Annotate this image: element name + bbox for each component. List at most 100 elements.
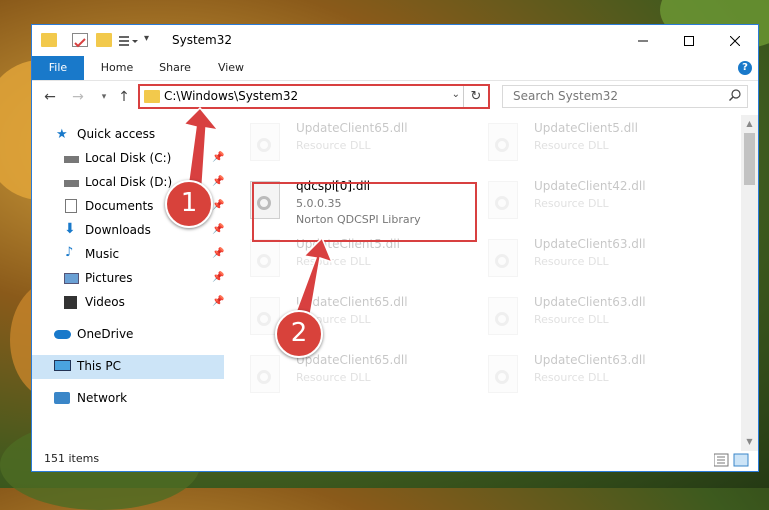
search-icon[interactable] xyxy=(729,89,741,101)
minimize-icon xyxy=(638,40,648,41)
refresh-icon[interactable]: ↻ xyxy=(463,86,488,107)
sidebar-item-videos[interactable]: Videos 📌 xyxy=(32,291,224,315)
pin-icon[interactable]: 📌 xyxy=(212,248,224,259)
sidebar-item-label: Quick access xyxy=(77,127,156,141)
up-arrow-icon[interactable]: ↑ xyxy=(114,87,134,107)
network-icon xyxy=(54,392,70,404)
tab-file[interactable]: File xyxy=(32,56,84,80)
help-icon[interactable]: ? xyxy=(738,61,752,75)
sidebar-item-label: Local Disk (C:) xyxy=(85,151,172,165)
folder-icon xyxy=(41,33,57,47)
computer-icon xyxy=(54,360,71,371)
sidebar-item-network[interactable]: Network xyxy=(32,387,224,411)
tab-share[interactable]: Share xyxy=(150,56,200,80)
dll-file-icon xyxy=(250,123,280,161)
sidebar-item-label: Videos xyxy=(85,295,125,309)
sidebar-item-quick-access[interactable]: ★ Quick access xyxy=(32,123,224,147)
recent-locations-icon[interactable]: ▾ xyxy=(94,87,114,107)
file-name: UpdateClient63.dll xyxy=(534,295,646,309)
list-item[interactable]: UpdateClient65.dll Resource DLL xyxy=(228,117,448,169)
list-item[interactable]: UpdateClient65.dll Resource DLL xyxy=(228,349,448,401)
search-placeholder: Search System32 xyxy=(513,89,619,103)
sidebar-item-music[interactable]: ♪ Music 📌 xyxy=(32,243,224,267)
sidebar-item-label: Music xyxy=(85,247,120,261)
item-count: 151 items xyxy=(44,452,100,465)
pin-icon[interactable]: 📌 xyxy=(212,176,224,187)
list-item[interactable]: UpdateClient63.dll Resource DLL xyxy=(466,233,686,285)
new-folder-icon[interactable] xyxy=(96,33,112,47)
download-icon: ⬇ xyxy=(64,221,76,237)
dll-file-icon xyxy=(250,239,280,277)
scroll-down-icon[interactable]: ▼ xyxy=(741,435,758,449)
sidebar-item-label: This PC xyxy=(77,359,121,373)
properties-icon[interactable] xyxy=(72,33,88,48)
list-item[interactable]: UpdateClient42.dll Resource DLL xyxy=(466,175,686,227)
highlight-box xyxy=(252,182,477,242)
minimize-button[interactable] xyxy=(620,25,666,56)
sidebar-item-label: Pictures xyxy=(85,271,133,285)
file-name: UpdateClient65.dll xyxy=(296,121,408,135)
pictures-icon xyxy=(64,273,79,284)
close-button[interactable] xyxy=(712,25,758,56)
chevron-down-icon[interactable]: ▾ xyxy=(144,33,154,47)
chevron-down-icon[interactable]: ⌄ xyxy=(452,89,460,100)
navigation-pane: ★ Quick access Local Disk (C:) 📌 Local D… xyxy=(32,121,224,451)
sidebar-item-label: Documents xyxy=(85,199,154,213)
tab-view[interactable]: View xyxy=(206,56,256,80)
ribbon-tabs: File Home Share View ? xyxy=(32,56,758,81)
tab-home[interactable]: Home xyxy=(92,56,142,80)
sidebar-item-local-disk-c[interactable]: Local Disk (C:) 📌 xyxy=(32,147,224,171)
callout-step-1: 1 xyxy=(165,180,213,228)
videos-icon xyxy=(64,296,77,309)
file-type: Resource DLL xyxy=(534,197,609,210)
sidebar-item-onedrive[interactable]: OneDrive xyxy=(32,323,224,347)
address-bar[interactable]: C:\Windows\System32 ⌄ ↻ xyxy=(138,84,490,109)
sidebar-item-this-pc[interactable]: This PC xyxy=(32,355,224,379)
file-type: Resource DLL xyxy=(296,139,371,152)
explorer-window: ▾ System32 File Home Share View ? ← → ▾ … xyxy=(31,24,759,472)
file-name: UpdateClient5.dll xyxy=(534,121,638,135)
file-name: UpdateClient63.dll xyxy=(534,353,646,367)
list-item[interactable]: UpdateClient63.dll Resource DLL xyxy=(466,349,686,401)
sidebar-item-label: OneDrive xyxy=(77,327,134,341)
pin-icon[interactable]: 📌 xyxy=(212,272,224,283)
drive-icon xyxy=(64,156,79,163)
dll-file-icon xyxy=(488,239,518,277)
customize-toolbar-icon[interactable] xyxy=(118,33,140,47)
dll-file-icon xyxy=(488,355,518,393)
list-item[interactable]: UpdateClient65.dll Resource DLL xyxy=(228,291,448,343)
sidebar-item-label: Downloads xyxy=(85,223,151,237)
pin-icon[interactable]: 📌 xyxy=(212,152,224,163)
sidebar-item-label: Local Disk (D:) xyxy=(85,175,173,189)
status-bar: 151 items xyxy=(32,449,758,471)
vertical-scrollbar[interactable]: ▲ ▼ xyxy=(741,115,758,451)
dll-file-icon xyxy=(250,355,280,393)
file-type: Resource DLL xyxy=(296,371,371,384)
list-item[interactable]: UpdateClient5.dll Resource DLL xyxy=(466,117,686,169)
cloud-icon xyxy=(54,330,71,339)
file-name: UpdateClient65.dll xyxy=(296,295,408,309)
documents-icon xyxy=(65,199,77,213)
maximize-button[interactable] xyxy=(666,25,712,56)
navigation-bar: ← → ▾ ↑ C:\Windows\System32 ⌄ ↻ Search S… xyxy=(32,81,758,115)
file-list: UpdateClient65.dll Resource DLL UpdateCl… xyxy=(228,115,744,445)
file-name: UpdateClient63.dll xyxy=(534,237,646,251)
pin-icon[interactable]: 📌 xyxy=(212,224,224,235)
scroll-up-icon[interactable]: ▲ xyxy=(741,117,758,131)
pin-icon[interactable]: 📌 xyxy=(212,200,224,211)
window-title: System32 xyxy=(172,33,233,47)
back-arrow-icon[interactable]: ← xyxy=(40,87,60,107)
forward-arrow-icon[interactable]: → xyxy=(68,87,88,107)
search-input[interactable]: Search System32 xyxy=(502,85,748,108)
scrollbar-thumb[interactable] xyxy=(744,133,755,185)
pin-icon[interactable]: 📌 xyxy=(212,296,224,307)
view-toggle-icon[interactable] xyxy=(714,453,750,467)
list-item[interactable]: UpdateClient63.dll Resource DLL xyxy=(466,291,686,343)
title-bar: ▾ System32 xyxy=(32,25,758,56)
sidebar-item-label: Network xyxy=(77,391,128,405)
file-name: UpdateClient65.dll xyxy=(296,353,408,367)
file-type: Resource DLL xyxy=(534,139,609,152)
folder-icon xyxy=(144,90,160,103)
sidebar-item-pictures[interactable]: Pictures 📌 xyxy=(32,267,224,291)
address-path[interactable]: C:\Windows\System32 xyxy=(164,89,298,103)
